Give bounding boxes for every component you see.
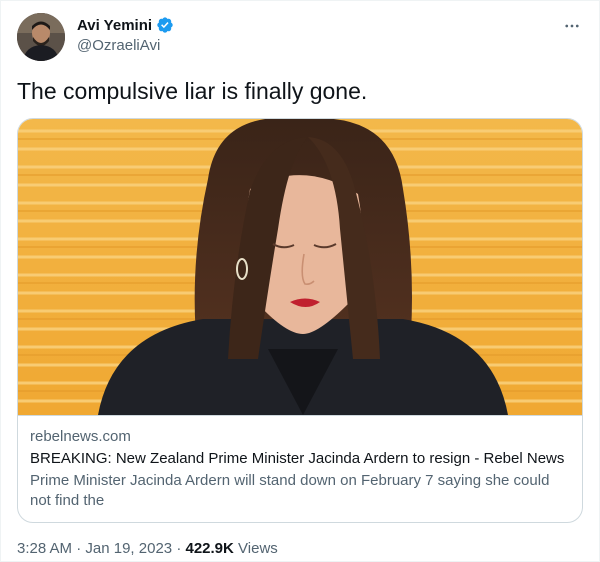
card-title: BREAKING: New Zealand Prime Minister Jac… (30, 450, 565, 467)
link-card[interactable]: rebelnews.com BREAKING: New Zealand Prim… (17, 118, 583, 523)
card-image (18, 119, 582, 415)
tweet-time-link[interactable]: 3:28 AM · Jan 19, 2023 (17, 540, 172, 557)
more-options-button[interactable] (559, 13, 585, 39)
verified-badge-icon (156, 16, 174, 34)
tweet-time: 3:28 AM (17, 540, 73, 557)
meta-separator: · (176, 540, 182, 557)
tweet-text: The compulsive liar is finally gone. (17, 78, 368, 104)
views-label: Views (238, 540, 278, 557)
tweet: Avi Yemini @OzraeliAvi The compulsive li… (0, 0, 600, 562)
card-domain: rebelnews.com (30, 428, 131, 445)
name-row: Avi Yemini (77, 16, 174, 34)
tweet-date: Jan 19, 2023 (85, 540, 173, 557)
avatar-image (17, 13, 65, 61)
meta-separator: · (76, 540, 82, 557)
more-horizontal-icon (565, 24, 579, 28)
author-display-name[interactable]: Avi Yemini (77, 17, 152, 34)
tweet-meta: 3:28 AM · Jan 19, 2023 · 422.9K Views (17, 540, 278, 557)
author-handle[interactable]: @OzraeliAvi (77, 37, 160, 54)
card-description: Prime Minister Jacinda Ardern will stand… (30, 472, 550, 509)
card-body: rebelnews.com BREAKING: New Zealand Prim… (18, 415, 582, 522)
views-count: 422.9K (185, 540, 234, 557)
avatar[interactable] (17, 13, 65, 61)
